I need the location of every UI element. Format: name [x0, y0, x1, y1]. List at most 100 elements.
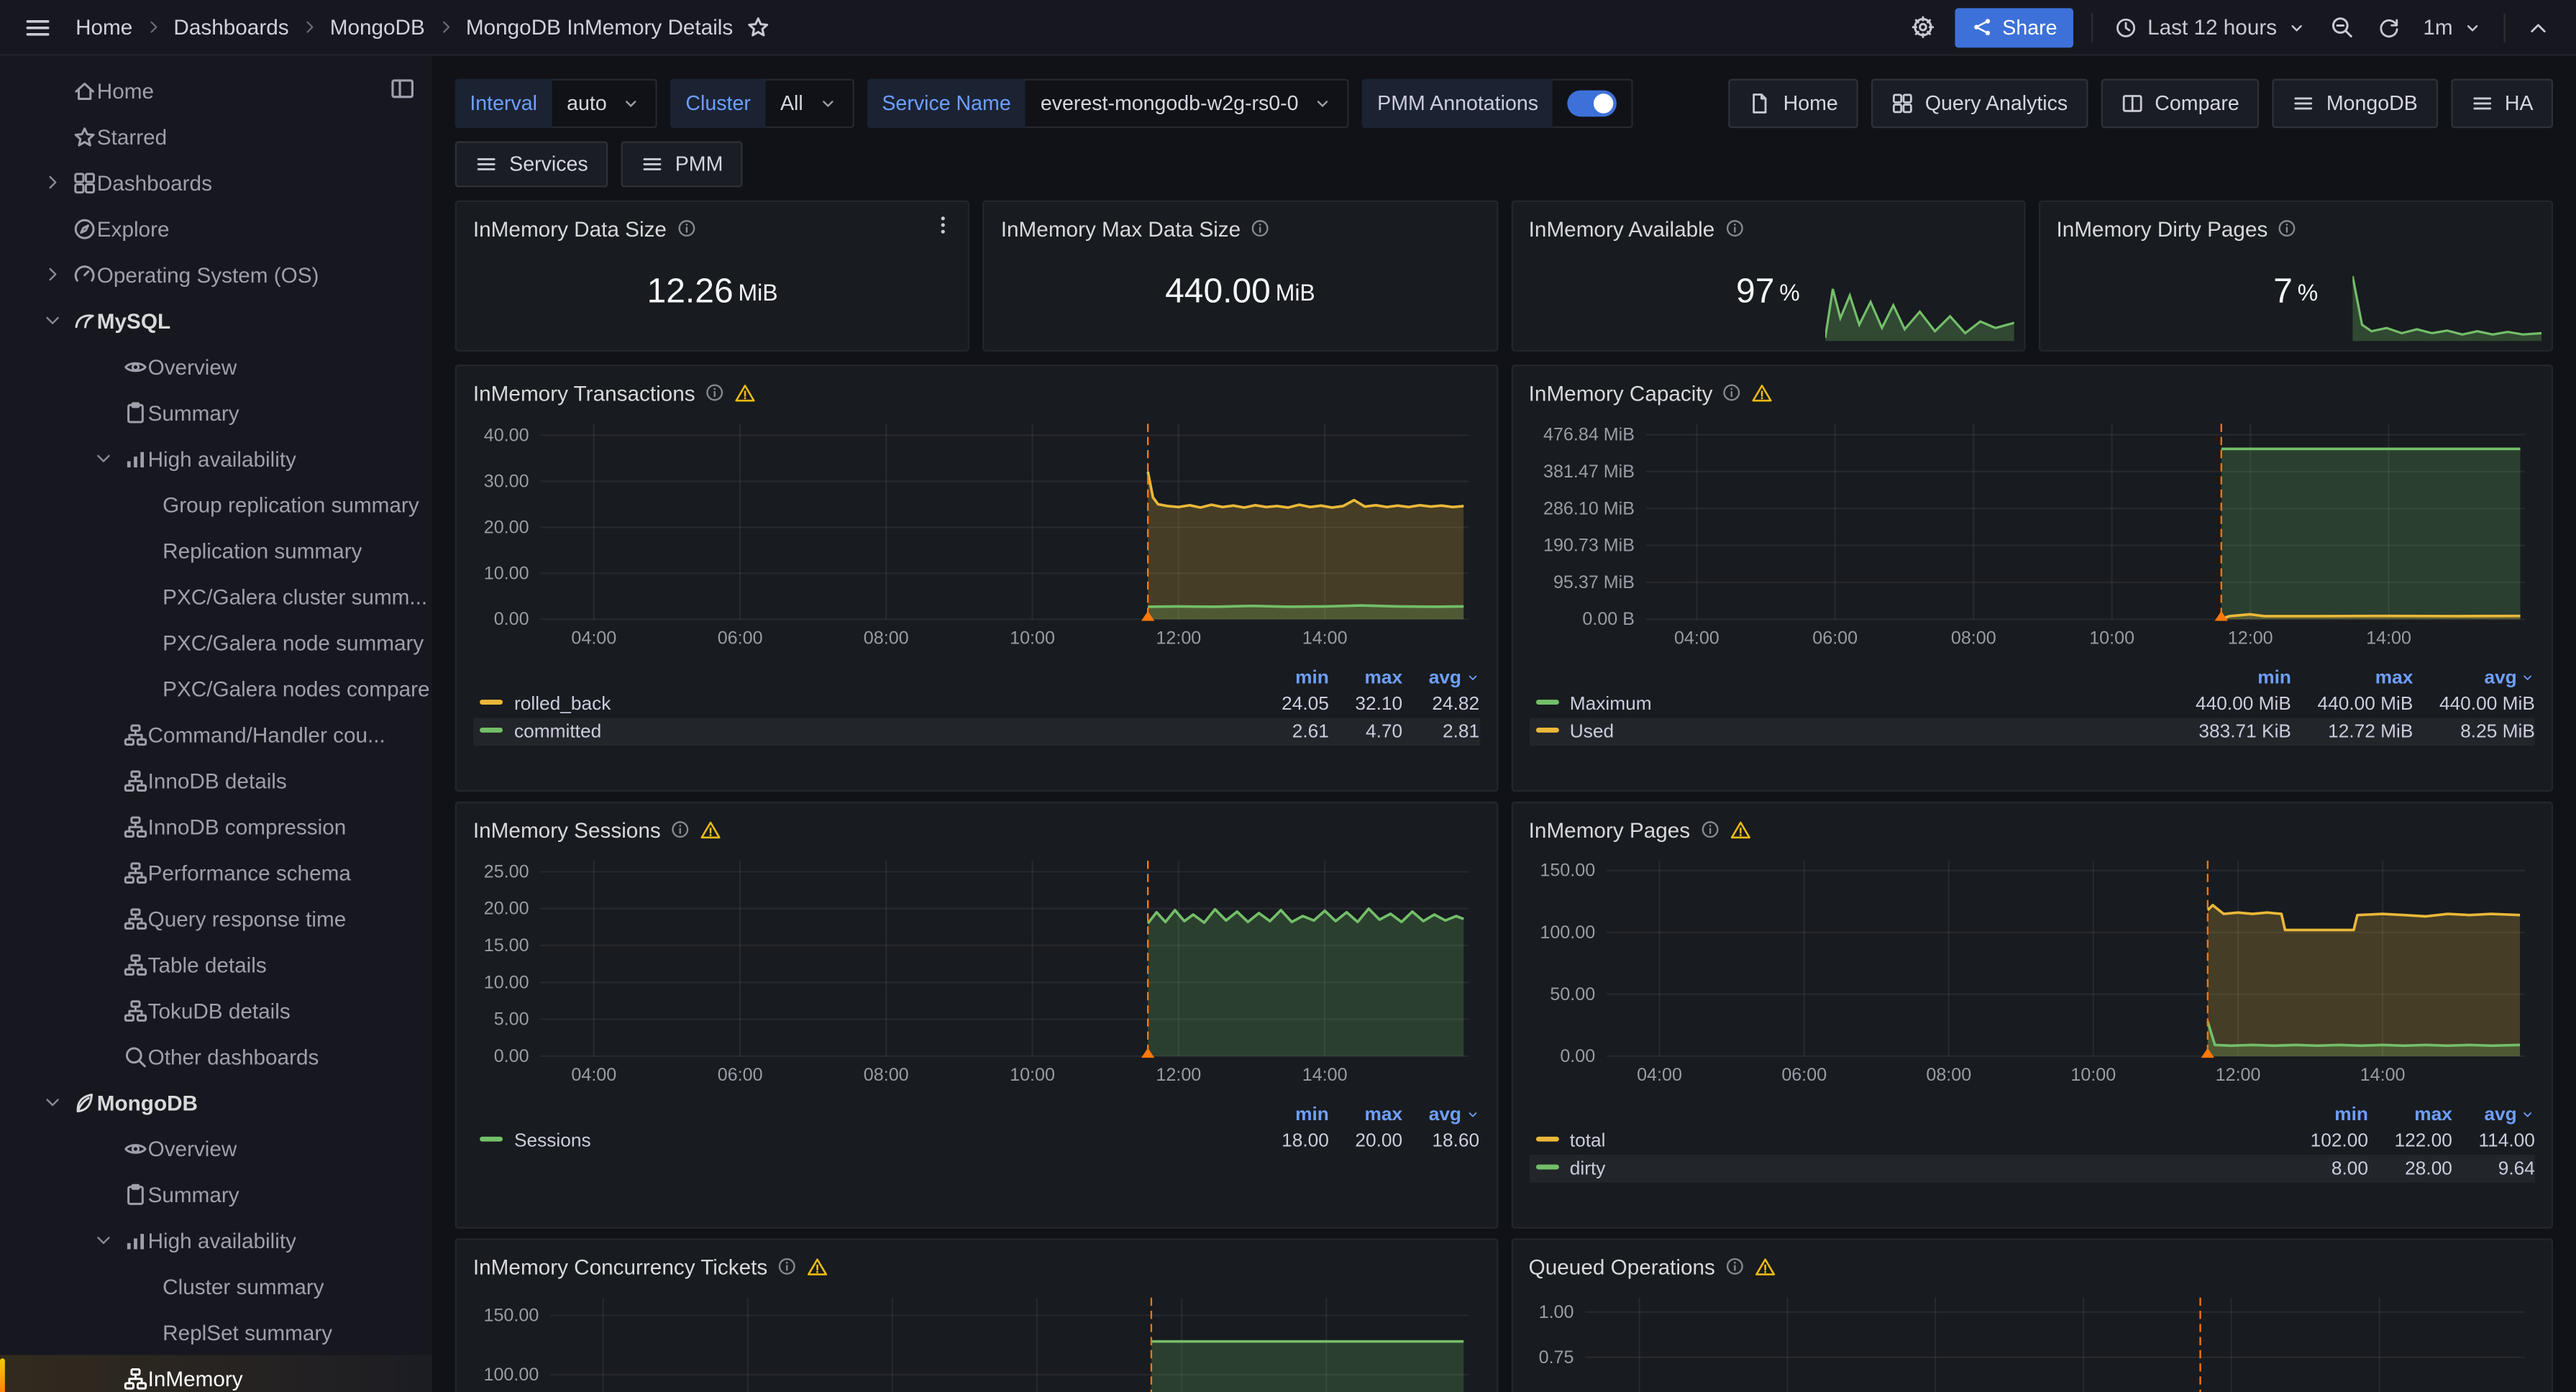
sidebar-item-cluster-summary[interactable]: Cluster summary — [0, 1263, 432, 1309]
legend-sort-avg[interactable]: avg — [2452, 1104, 2535, 1127]
link-button-mongodb[interactable]: MongoDB — [2272, 79, 2437, 129]
sidebar-item-operating-system-os[interactable]: Operating System (OS) — [0, 252, 432, 298]
pmm-annotations-toggle[interactable] — [1568, 91, 1617, 117]
link-button-home[interactable]: Home — [1729, 79, 1858, 129]
panel-title[interactable]: InMemory Max Data Size — [1001, 216, 1241, 240]
sidebar-item-other-dashboards[interactable]: Other dashboards — [0, 1033, 432, 1079]
panel-title[interactable]: InMemory Pages — [1529, 818, 1690, 842]
legend-sort-avg[interactable]: avg — [1402, 667, 1479, 690]
variable-select-service-name[interactable]: everest-mongodb-w2g-rs0-0 — [1026, 79, 1349, 129]
legend-series[interactable]: Used — [1529, 718, 2170, 746]
link-button-pmm[interactable]: PMM — [621, 141, 742, 187]
sidebar-item-dashboards[interactable]: Dashboards — [0, 160, 432, 206]
sidebar-item-performance-schema[interactable]: Performance schema — [0, 849, 432, 895]
chevron-right-icon[interactable] — [33, 265, 73, 284]
info-icon[interactable] — [670, 820, 690, 839]
time-range-picker[interactable]: Last 12 hours — [2105, 6, 2316, 48]
panel-title[interactable]: Queued Operations — [1529, 1254, 1715, 1278]
sidebar-item-innodb-details[interactable]: InnoDB details — [0, 757, 432, 803]
sidebar-item-pxc-galera-node-summary[interactable]: PXC/Galera node summary — [0, 619, 432, 665]
sidebar-item-overview[interactable]: Overview — [0, 343, 432, 389]
legend-sort-avg[interactable]: avg — [2413, 667, 2534, 690]
panel-title[interactable]: InMemory Capacity — [1529, 380, 1713, 405]
chevron-down-icon[interactable] — [84, 449, 124, 468]
breadcrumb-item-mongodb[interactable]: MongoDB — [330, 15, 425, 40]
link-button-services[interactable]: Services — [455, 141, 608, 187]
breadcrumb-item-mongodb-inmemory-details[interactable]: MongoDB InMemory Details — [466, 15, 733, 40]
sidebar-item-summary[interactable]: Summary — [0, 389, 432, 435]
info-icon[interactable] — [1722, 383, 1742, 402]
sidebar-item-pxc-galera-cluster-summ[interactable]: PXC/Galera cluster summ... — [0, 573, 432, 619]
refresh-button[interactable] — [2367, 6, 2410, 48]
legend-series[interactable]: total — [1529, 1127, 2284, 1155]
legend-sort-min[interactable]: min — [2284, 1104, 2368, 1127]
dashboard-settings-button[interactable] — [1901, 6, 1945, 48]
collapse-controls-button[interactable] — [2517, 6, 2559, 48]
sidebar-item-query-response-time[interactable]: Query response time — [0, 895, 432, 941]
sidebar-item-mysql[interactable]: MySQL — [0, 297, 432, 343]
legend-sort-max[interactable]: max — [1329, 667, 1402, 690]
breadcrumb-item-home[interactable]: Home — [76, 15, 132, 40]
sidebar-item-tokudb-details[interactable]: TokuDB details — [0, 987, 432, 1033]
sidebar-item-group-replication-summary[interactable]: Group replication summary — [0, 481, 432, 527]
warning-icon[interactable] — [700, 819, 722, 841]
info-icon[interactable] — [1700, 820, 1719, 839]
link-button-query-analytics[interactable]: Query Analytics — [1871, 79, 2087, 129]
sidebar-item-overview[interactable]: Overview — [0, 1125, 432, 1171]
chevron-down-icon[interactable] — [84, 1230, 124, 1250]
chevron-down-icon[interactable] — [33, 311, 73, 330]
panel-title[interactable]: InMemory Concurrency Tickets — [473, 1254, 767, 1278]
sidebar-item-summary[interactable]: Summary — [0, 1171, 432, 1217]
warning-icon[interactable] — [1752, 382, 1773, 403]
chevron-down-icon[interactable] — [33, 1092, 73, 1112]
legend-sort-min[interactable]: min — [1256, 667, 1329, 690]
sidebar-item-explore[interactable]: Explore — [0, 206, 432, 252]
warning-icon[interactable] — [807, 1255, 828, 1277]
panel-title[interactable]: InMemory Data Size — [473, 216, 667, 240]
menu-toggle-button[interactable] — [13, 6, 63, 48]
panel-title[interactable]: InMemory Available — [1529, 216, 1715, 240]
variable-select-interval[interactable]: auto — [552, 79, 658, 129]
breadcrumb-item-dashboards[interactable]: Dashboards — [173, 15, 288, 40]
info-icon[interactable] — [677, 219, 696, 238]
sidebar-item-high-availability[interactable]: High availability — [0, 435, 432, 481]
sidebar-item-replication-summary[interactable]: Replication summary — [0, 527, 432, 573]
panel-title[interactable]: InMemory Dirty Pages — [2057, 216, 2268, 240]
info-icon[interactable] — [1725, 219, 1744, 238]
variable-select-cluster[interactable]: All — [765, 79, 854, 129]
panel-menu-icon[interactable] — [932, 214, 955, 244]
legend-sort-min[interactable]: min — [2169, 667, 2290, 690]
legend-sort-max[interactable]: max — [1329, 1104, 1402, 1127]
sidebar-item-starred[interactable]: Starred — [0, 114, 432, 160]
legend-sort-min[interactable]: min — [1256, 1104, 1329, 1127]
legend-sort-avg[interactable]: avg — [1402, 1104, 1479, 1127]
sidebar-item-replset-summary[interactable]: ReplSet summary — [0, 1309, 432, 1355]
warning-icon[interactable] — [1730, 819, 1751, 841]
chevron-right-icon[interactable] — [33, 173, 73, 192]
link-button-ha[interactable]: HA — [2451, 79, 2553, 129]
legend-series[interactable]: rolled_back — [473, 690, 1256, 718]
sidebar-item-inmemory[interactable]: InMemory — [0, 1355, 432, 1392]
panel-title[interactable]: InMemory Transactions — [473, 380, 695, 405]
sidebar-item-pxc-galera-nodes-compare[interactable]: PXC/Galera nodes compare — [0, 665, 432, 711]
zoom-out-button[interactable] — [2319, 6, 2364, 48]
share-button[interactable]: Share — [1955, 7, 2073, 47]
warning-icon[interactable] — [1755, 1255, 1776, 1277]
info-icon[interactable] — [2278, 219, 2297, 238]
refresh-interval-select[interactable]: 1m — [2413, 6, 2493, 48]
warning-icon[interactable] — [734, 382, 756, 403]
legend-series[interactable]: dirty — [1529, 1155, 2284, 1183]
legend-sort-max[interactable]: max — [2368, 1104, 2452, 1127]
legend-series[interactable]: committed — [473, 718, 1256, 746]
sidebar-item-table-details[interactable]: Table details — [0, 941, 432, 987]
panel-title[interactable]: InMemory Sessions — [473, 818, 661, 842]
info-icon[interactable] — [705, 383, 724, 402]
info-icon[interactable] — [777, 1257, 797, 1276]
legend-series[interactable]: Sessions — [473, 1127, 1256, 1155]
sidebar-item-mongodb[interactable]: MongoDB — [0, 1079, 432, 1125]
legend-series[interactable]: Maximum — [1529, 690, 2170, 718]
favorite-dashboard-button[interactable] — [736, 6, 781, 48]
sidebar-item-command-handler-cou[interactable]: Command/Handler cou... — [0, 711, 432, 757]
sidebar-item-innodb-compression[interactable]: InnoDB compression — [0, 803, 432, 849]
info-icon[interactable] — [1725, 1257, 1745, 1276]
